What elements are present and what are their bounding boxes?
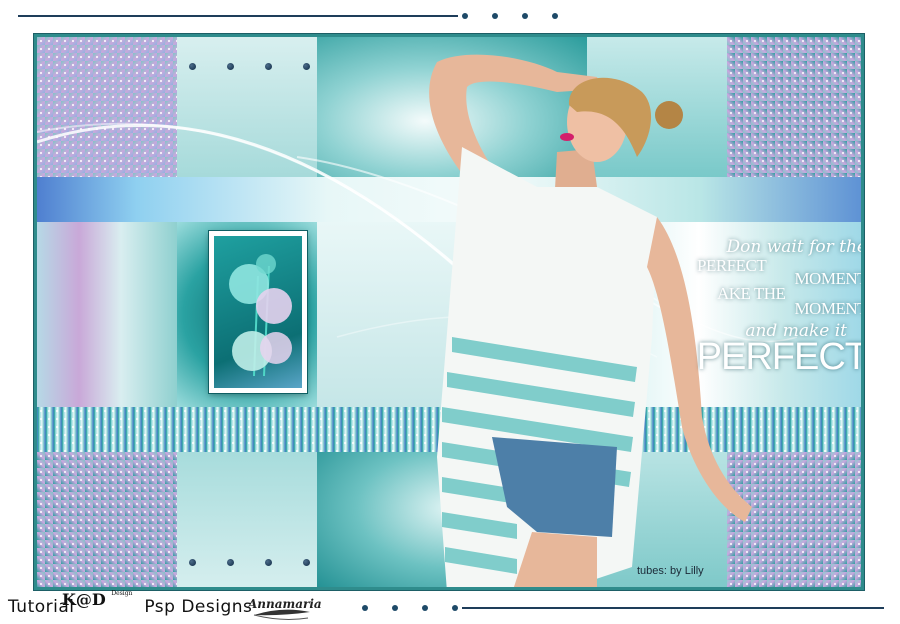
brand-logo-text: K@D [62, 590, 106, 609]
divider-dot [392, 605, 398, 611]
brand-logo: K@D Design [62, 590, 132, 609]
divider-dot [552, 13, 558, 19]
quote-line: PERFECT [696, 336, 864, 378]
bottom-divider-line [462, 607, 884, 609]
flower-icon [229, 254, 292, 377]
artwork-frame: Don wait for the PERFECT MOMENT AKE THE … [34, 34, 864, 590]
quote-block: Don wait for the PERFECT MOMENT AKE THE … [677, 237, 864, 378]
divider-dot [462, 13, 468, 19]
top-divider-line [18, 15, 458, 17]
divider-dot [452, 605, 458, 611]
quote-line: Don wait for the [726, 237, 864, 257]
tube-credit: tubes: by Lilly [637, 565, 704, 577]
divider-dot [492, 13, 498, 19]
psp-designs-text: Psp Designs [144, 597, 253, 617]
flower-panel [209, 231, 307, 393]
divider-dot [362, 605, 368, 611]
feather-icon [253, 609, 310, 620]
brand-logo-small: Design [111, 590, 133, 597]
divider-dot [522, 13, 528, 19]
divider-dot [422, 605, 428, 611]
